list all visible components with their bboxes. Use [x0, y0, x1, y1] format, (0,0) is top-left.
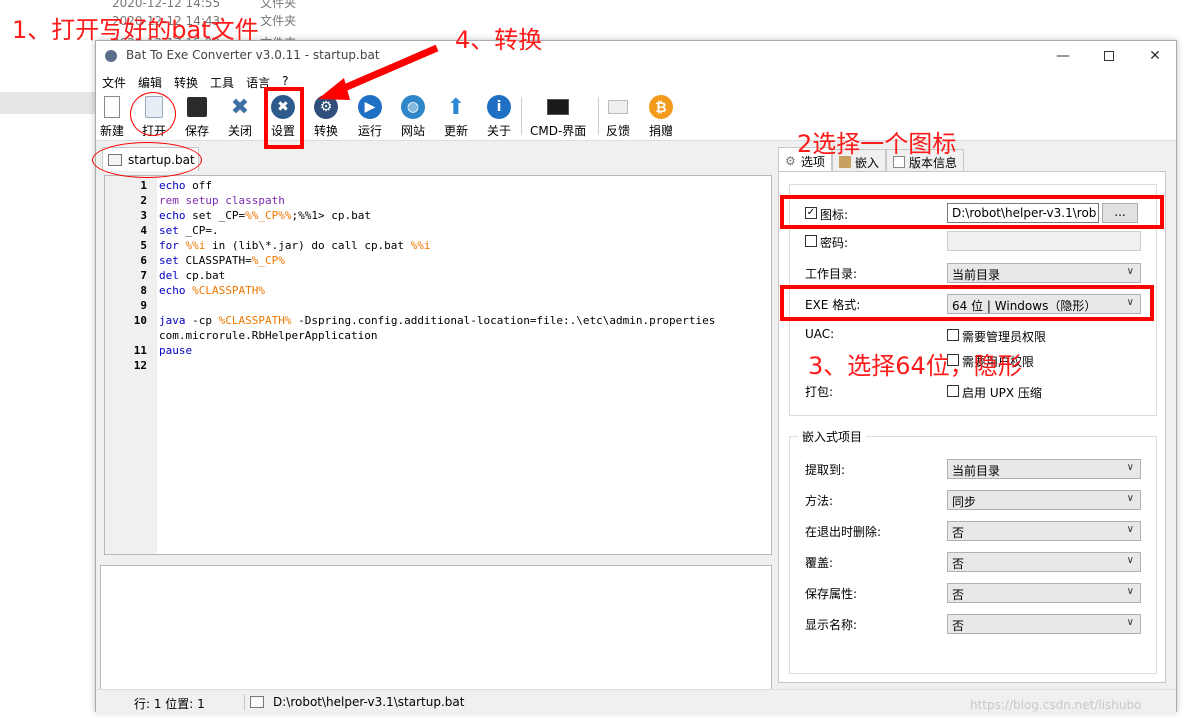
annotation-arrow: [318, 44, 439, 100]
watermark: https://blog.csdn.net/lishubo: [970, 698, 1142, 712]
